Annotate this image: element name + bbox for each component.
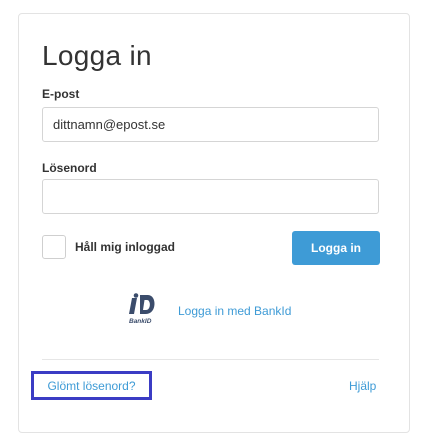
page-title: Logga in: [42, 40, 152, 71]
login-button[interactable]: Logga in: [292, 231, 380, 265]
login-card: [18, 13, 410, 433]
forgot-password-link[interactable]: Glömt lösenord?: [47, 379, 135, 393]
email-field[interactable]: dittnamn@epost.se: [42, 107, 379, 142]
divider: [42, 359, 379, 360]
bankid-logo-icon[interactable]: BankID: [126, 292, 162, 328]
password-label: Lösenord: [42, 161, 97, 175]
bankid-login-link[interactable]: Logga in med BankId: [178, 304, 291, 318]
remember-me-checkbox[interactable]: [42, 235, 66, 259]
forgot-password-highlight: Glömt lösenord?: [31, 371, 152, 400]
bankid-logo-text: BankID: [129, 318, 152, 325]
password-field[interactable]: [42, 179, 379, 214]
email-value: dittnamn@epost.se: [53, 117, 166, 132]
remember-me-label[interactable]: Håll mig inloggad: [75, 240, 175, 254]
help-link[interactable]: Hjälp: [349, 379, 376, 393]
email-label: E-post: [42, 87, 80, 101]
